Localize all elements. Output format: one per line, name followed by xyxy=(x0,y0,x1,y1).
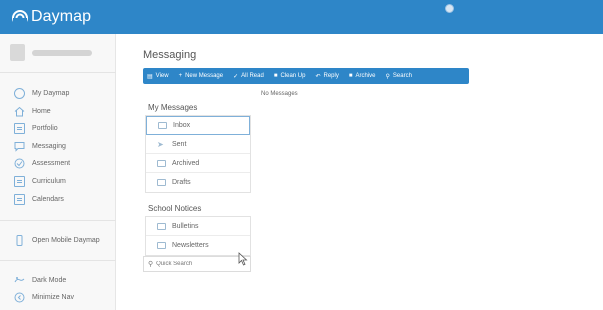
user-circle-icon xyxy=(14,87,25,99)
archive-button-label: Archive xyxy=(355,73,376,79)
notice-label: Newsletters xyxy=(172,242,209,249)
check-icon: ✓ xyxy=(233,73,239,80)
curriculum-icon xyxy=(14,175,25,187)
draft-icon xyxy=(157,179,166,186)
open-mobile-daymap-link[interactable]: Open Mobile Daymap xyxy=(14,233,100,247)
quick-search-input[interactable] xyxy=(156,261,247,267)
sidebar-item-home[interactable]: Home xyxy=(14,104,51,118)
trash-icon: ■ xyxy=(273,73,278,79)
page-title: Messaging xyxy=(143,49,197,61)
folder-label: Archived xyxy=(172,159,200,167)
sidebar-item-label: My Daymap xyxy=(32,89,70,97)
folder-label: Drafts xyxy=(172,179,191,186)
folder-drafts[interactable]: Drafts xyxy=(146,173,250,192)
sidebar: My Daymap Home Portfolio Messaging Asses… xyxy=(0,34,116,310)
user-status-dot[interactable] xyxy=(445,4,454,13)
minimize-nav-button[interactable]: Minimize Nav xyxy=(14,290,74,304)
all-read-button[interactable]: ✓ All Read xyxy=(233,73,264,80)
mouse-cursor-icon xyxy=(238,252,248,266)
sidebar-item-messaging[interactable]: Messaging xyxy=(14,139,66,153)
sidebar-divider xyxy=(0,220,116,221)
search-button-label: Search xyxy=(392,73,412,79)
daymap-logo[interactable]: Daymap xyxy=(11,8,91,26)
sidebar-item-label: Portfolio xyxy=(32,124,58,132)
mobile-phone-icon xyxy=(16,234,23,246)
view-button-label: View xyxy=(155,73,169,79)
archive-button[interactable]: ■ Archive xyxy=(349,73,376,79)
folder-archived[interactable]: Archived xyxy=(146,154,250,173)
minimize-icon xyxy=(14,292,25,302)
reply-button[interactable]: ↶ Reply xyxy=(315,73,338,80)
minimize-nav-label: Minimize Nav xyxy=(32,293,75,301)
logo-text: Daymap xyxy=(31,8,92,25)
all-read-button-label: All Read xyxy=(241,73,264,79)
search-button[interactable]: ⚲ Search xyxy=(385,73,411,80)
archive-box-icon xyxy=(157,159,166,167)
message-folder-list: Inbox ➤ Sent Archived Drafts xyxy=(145,115,251,193)
sidebar-divider xyxy=(0,260,116,261)
notice-newsletters[interactable]: Newsletters xyxy=(146,236,250,255)
calendar-icon xyxy=(14,193,25,205)
dark-mode-icon xyxy=(14,276,25,282)
sidebar-item-label: Home xyxy=(32,107,51,115)
notice-label: Bulletins xyxy=(172,222,199,230)
search-icon: ⚲ xyxy=(385,73,390,80)
sidebar-item-label: Curriculum xyxy=(32,177,66,185)
user-name-redacted xyxy=(32,49,92,56)
search-icon: ⚲ xyxy=(148,261,154,268)
folder-label: Inbox xyxy=(173,122,191,129)
avatar xyxy=(10,44,25,61)
sidebar-item-label: Assessment xyxy=(32,159,71,167)
sidebar-item-label: Messaging xyxy=(32,142,66,150)
quick-search-box[interactable]: ⚲ xyxy=(143,256,251,272)
top-bar: Daymap xyxy=(0,0,603,34)
my-messages-heading: My Messages xyxy=(148,103,198,112)
empty-state-text: No Messages xyxy=(261,91,298,97)
notice-bulletins[interactable]: Bulletins xyxy=(146,217,250,236)
clean-up-button[interactable]: ■ Clean Up xyxy=(274,73,306,79)
daymap-logo-icon xyxy=(12,10,28,26)
view-icon: ▤ xyxy=(147,73,153,80)
bulletin-icon xyxy=(157,222,166,230)
sidebar-item-my-daymap[interactable]: My Daymap xyxy=(14,86,69,100)
school-notices-heading: School Notices xyxy=(148,204,202,213)
folder-label: Sent xyxy=(172,140,187,148)
assessment-icon xyxy=(14,158,25,168)
new-message-button[interactable]: + New Message xyxy=(179,73,224,79)
inbox-icon xyxy=(158,122,167,129)
messaging-toolbar: ▤ View + New Message ✓ All Read ■ Clean … xyxy=(143,68,469,84)
sidebar-item-portfolio[interactable]: Portfolio xyxy=(14,121,58,135)
message-icon xyxy=(14,141,25,152)
reply-button-label: Reply xyxy=(323,73,339,79)
newsletter-icon xyxy=(157,242,166,249)
sidebar-item-calendars[interactable]: Calendars xyxy=(14,192,64,206)
archive-icon: ■ xyxy=(348,73,353,79)
open-mobile-daymap-label: Open Mobile Daymap xyxy=(32,236,100,244)
dark-mode-label: Dark Mode xyxy=(32,276,67,284)
sidebar-divider xyxy=(0,72,116,73)
sidebar-item-label: Calendars xyxy=(32,195,64,203)
user-profile[interactable] xyxy=(10,44,92,61)
sidebar-item-curriculum[interactable]: Curriculum xyxy=(14,174,66,188)
portfolio-icon xyxy=(14,122,25,134)
reply-icon: ↶ xyxy=(315,73,321,80)
home-icon xyxy=(14,106,25,116)
sidebar-item-assessment[interactable]: Assessment xyxy=(14,156,70,170)
folder-inbox[interactable]: Inbox xyxy=(146,116,250,135)
new-message-button-label: New Message xyxy=(185,73,224,79)
clean-up-button-label: Clean Up xyxy=(280,73,306,79)
folder-sent[interactable]: ➤ Sent xyxy=(146,135,250,154)
dark-mode-toggle[interactable]: Dark Mode xyxy=(14,273,66,287)
plus-icon: + xyxy=(178,73,183,79)
notices-list: Bulletins Newsletters xyxy=(145,216,251,256)
view-button[interactable]: ▤ View xyxy=(147,73,169,80)
paper-plane-icon: ➤ xyxy=(157,139,164,149)
